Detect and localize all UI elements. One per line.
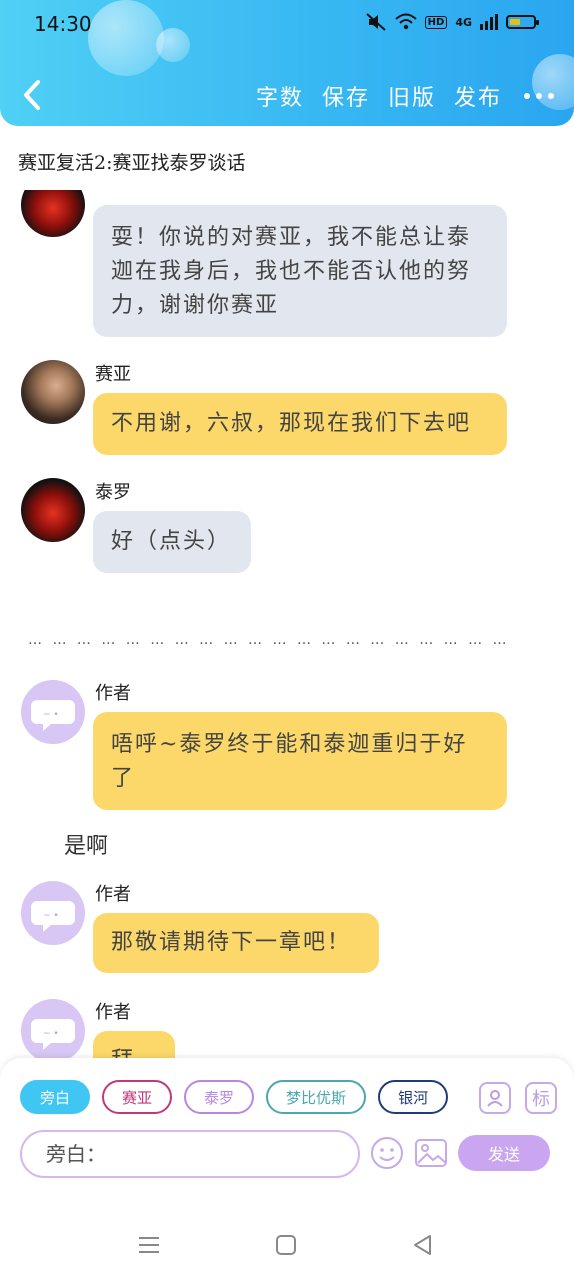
speaker-name: 作者: [95, 683, 131, 704]
home-icon[interactable]: [273, 1232, 299, 1258]
avatar-author[interactable]: ~ •: [21, 999, 85, 1058]
decorative-bubble: [156, 28, 190, 62]
svg-text:~ •: ~ •: [43, 911, 59, 921]
svg-text:~ •: ~ •: [43, 1029, 59, 1039]
wifi-icon: [394, 13, 417, 30]
chat-bubble-icon: ~ •: [31, 1019, 75, 1050]
role-chip-mebius[interactable]: 梦比优斯: [266, 1080, 367, 1114]
avatar-author[interactable]: ~ •: [21, 680, 85, 744]
role-chip-ginga[interactable]: 银河: [378, 1080, 449, 1114]
word-count-button[interactable]: 字数: [256, 80, 304, 112]
publish-button[interactable]: 发布: [454, 80, 502, 112]
battery-icon: [506, 15, 539, 29]
role-chip-list[interactable]: 旁白 赛亚 泰罗 梦比优斯 银河: [20, 1080, 460, 1118]
decorative-bubble: [88, 0, 164, 76]
header-toolbar: 字数 保存 旧版 发布: [256, 80, 554, 112]
message-bubble[interactable]: 那敬请期待下一章吧！: [93, 913, 379, 973]
speaker-name: 赛亚: [95, 364, 131, 385]
avatar-taro[interactable]: [21, 478, 85, 542]
role-chip-zero[interactable]: 赛亚: [102, 1080, 173, 1114]
message-bubble[interactable]: 不用谢，六叔，那现在我们下去吧: [93, 393, 507, 455]
avatar-author[interactable]: ~ •: [21, 881, 85, 945]
status-icons: HD 4G: [365, 12, 539, 32]
message-bubble[interactable]: 唔呼~泰罗终于能和泰迦重归于好了: [93, 712, 507, 810]
menu-icon[interactable]: [136, 1232, 162, 1258]
chat-bubble-icon: ~ •: [31, 901, 75, 932]
speaker-name: 作者: [95, 1002, 131, 1023]
speaker-name: 作者: [95, 884, 131, 905]
more-options-icon[interactable]: [524, 93, 554, 99]
document-title: 赛亚复活2:赛亚找泰罗谈话: [18, 152, 246, 174]
image-icon[interactable]: [414, 1136, 448, 1170]
chat-area[interactable]: 耍！你说的对赛亚，我不能总让泰迦在我身后，我也不能否认他的努力，谢谢你赛亚 赛亚…: [0, 190, 574, 1058]
app-header: 14:30 HD 4G 字数 保存 旧版 发布: [0, 0, 574, 126]
chat-bubble-icon: ~ •: [31, 700, 75, 731]
svg-text:~ •: ~ •: [43, 710, 59, 720]
hd-icon: HD: [424, 15, 448, 29]
speaker-name: 泰罗: [95, 482, 131, 503]
role-chip-narration[interactable]: 旁白: [20, 1080, 91, 1114]
save-button[interactable]: 保存: [322, 80, 370, 112]
network-label: 4G: [455, 15, 472, 29]
back-nav-icon[interactable]: [410, 1232, 436, 1258]
role-chip-taro[interactable]: 泰罗: [184, 1080, 255, 1114]
divider-line: … … … … … … … … … … … … … … … … … … … …: [28, 632, 510, 648]
message-bubble[interactable]: 耍！你说的对赛亚，我不能总让泰迦在我身后，我也不能否认他的努力，谢谢你赛亚: [93, 205, 507, 337]
old-version-button[interactable]: 旧版: [388, 80, 436, 112]
message-bubble[interactable]: 好（点头）: [93, 511, 251, 573]
narration-text[interactable]: 是啊: [64, 828, 108, 860]
avatar-taro[interactable]: [21, 190, 85, 237]
status-time: 14:30: [34, 12, 92, 36]
emoji-icon[interactable]: [370, 1136, 404, 1170]
send-button[interactable]: 发送: [458, 1135, 550, 1171]
input-panel: 旁白 赛亚 泰罗 梦比优斯 银河 标 发送: [0, 1058, 574, 1210]
system-nav-bar: [0, 1210, 574, 1280]
tag-icon[interactable]: 标: [525, 1082, 557, 1114]
message-input[interactable]: [20, 1130, 360, 1178]
role-manage-icon[interactable]: [479, 1082, 511, 1114]
signal-icon: [480, 14, 498, 30]
message-bubble[interactable]: 拜拜: [93, 1031, 175, 1058]
avatar-zero[interactable]: [21, 360, 85, 424]
mute-icon: [365, 13, 386, 31]
back-icon[interactable]: [18, 76, 48, 114]
